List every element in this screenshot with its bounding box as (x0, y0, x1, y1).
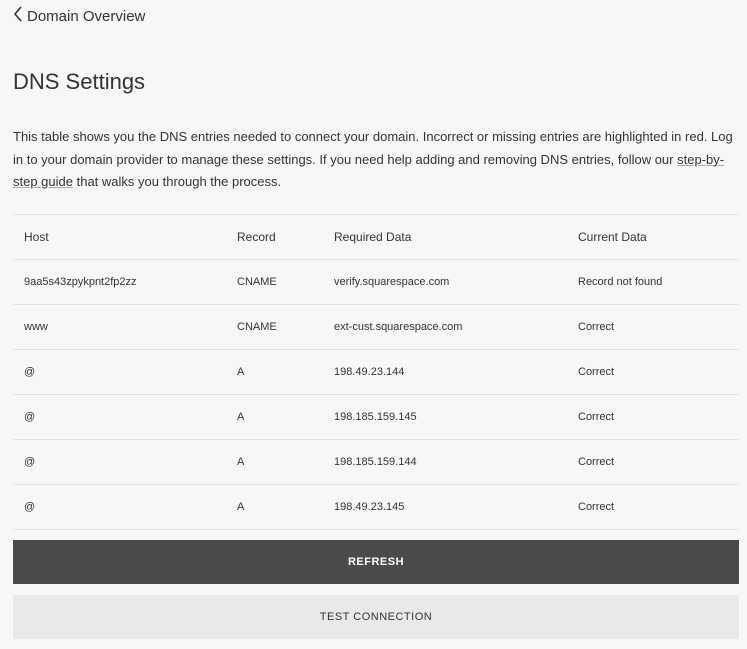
cell-current: Correct (567, 349, 739, 395)
table-row: www CNAME ext-cust.squarespace.com Corre… (13, 304, 739, 350)
table-row: @ A 198.185.159.145 Correct (13, 394, 739, 440)
header-host: Host (13, 214, 226, 260)
cell-current: Correct (567, 439, 739, 485)
page-title: DNS Settings (13, 69, 146, 94)
cell-required: 198.49.23.145 (323, 484, 567, 530)
cell-host: @ (13, 484, 226, 530)
cell-required: verify.squarespace.com (323, 259, 567, 305)
cell-current: Record not found (567, 259, 739, 305)
cell-host: @ (13, 394, 226, 440)
cell-record: CNAME (226, 259, 323, 305)
header-required-data: Required Data (323, 214, 567, 260)
cell-host: 9aa5s43zpykpnt2fp2zz (13, 259, 226, 305)
test-connection-button[interactable]: TEST CONNECTION (13, 595, 739, 639)
table-header-row: Host Record Required Data Current Data (13, 214, 739, 260)
cell-host: www (13, 304, 226, 350)
cell-record: CNAME (226, 304, 323, 350)
cell-current: Correct (567, 304, 739, 350)
cell-required: ext-cust.squarespace.com (323, 304, 567, 350)
cell-required: 198.185.159.144 (323, 439, 567, 485)
cell-required: 198.185.159.145 (323, 394, 567, 440)
header-current-data: Current Data (567, 214, 739, 260)
dns-table: Host Record Required Data Current Data 9… (13, 214, 739, 530)
cell-required: 198.49.23.144 (323, 349, 567, 395)
cell-current: Correct (567, 484, 739, 530)
back-link-label: Domain Overview (27, 7, 146, 25)
cell-record: A (226, 394, 323, 440)
intro-suffix: that walks you through the process. (73, 174, 282, 189)
cell-host: @ (13, 349, 226, 395)
cell-record: A (226, 484, 323, 530)
dns-settings-page: Domain Overview DNS Settings This table … (0, 0, 747, 649)
cell-current: Correct (567, 394, 739, 440)
table-row: 9aa5s43zpykpnt2fp2zz CNAME verify.square… (13, 259, 739, 305)
table-row: @ A 198.49.23.145 Correct (13, 484, 739, 530)
chevron-left-icon (13, 6, 23, 26)
cell-record: A (226, 349, 323, 395)
refresh-button[interactable]: REFRESH (13, 540, 739, 584)
cell-record: A (226, 439, 323, 485)
table-row: @ A 198.49.23.144 Correct (13, 349, 739, 395)
cell-host: @ (13, 439, 226, 485)
table-row: @ A 198.185.159.144 Correct (13, 439, 739, 485)
intro-body: This table shows you the DNS entries nee… (13, 129, 733, 167)
intro-text: This table shows you the DNS entries nee… (13, 126, 735, 194)
back-link[interactable]: Domain Overview (13, 6, 145, 26)
header-record: Record (226, 214, 323, 260)
